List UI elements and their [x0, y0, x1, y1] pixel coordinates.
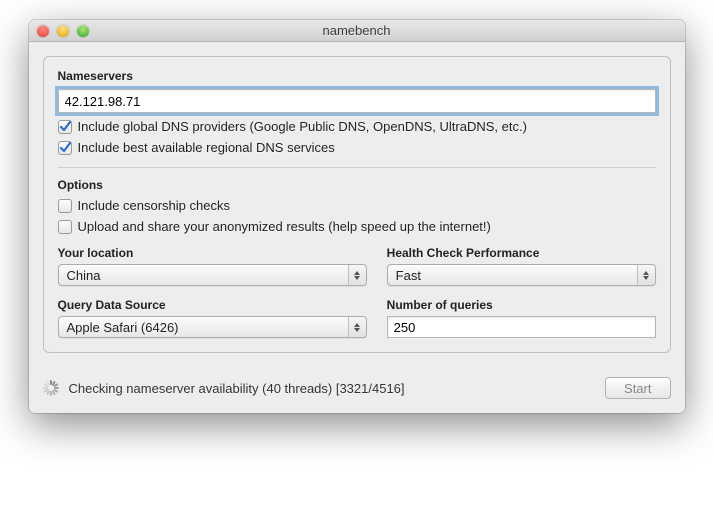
- footer: Checking nameserver availability (40 thr…: [29, 367, 685, 413]
- minimize-icon[interactable]: [57, 25, 69, 37]
- include-regional-checkbox[interactable]: [58, 141, 72, 155]
- location-label: Your location: [58, 246, 367, 260]
- health-label: Health Check Performance: [387, 246, 656, 260]
- start-button[interactable]: Start: [605, 377, 670, 399]
- chevron-updown-icon: [637, 265, 655, 285]
- window-title: namebench: [29, 23, 685, 38]
- options-label: Options: [58, 178, 656, 192]
- health-value: Fast: [396, 268, 421, 283]
- chevron-updown-icon: [348, 265, 366, 285]
- include-regional-label: Include best available regional DNS serv…: [78, 140, 335, 155]
- main-panel: Nameservers Include global DNS providers…: [43, 56, 671, 353]
- source-select[interactable]: Apple Safari (6426): [58, 316, 367, 338]
- titlebar: namebench: [29, 20, 685, 42]
- zoom-icon[interactable]: [77, 25, 89, 37]
- queries-label: Number of queries: [387, 298, 656, 312]
- include-global-checkbox[interactable]: [58, 120, 72, 134]
- censorship-row[interactable]: Include censorship checks: [58, 198, 656, 213]
- nameservers-label: Nameservers: [58, 69, 656, 83]
- location-select[interactable]: China: [58, 264, 367, 286]
- upload-checkbox[interactable]: [58, 220, 72, 234]
- queries-input[interactable]: [387, 316, 656, 338]
- upload-label: Upload and share your anonymized results…: [78, 219, 491, 234]
- chevron-updown-icon: [348, 317, 366, 337]
- traffic-lights: [29, 25, 89, 37]
- include-regional-row[interactable]: Include best available regional DNS serv…: [58, 140, 656, 155]
- source-value: Apple Safari (6426): [67, 320, 179, 335]
- censorship-checkbox[interactable]: [58, 199, 72, 213]
- nameservers-input[interactable]: [58, 89, 656, 113]
- divider: [58, 167, 656, 168]
- status-text: Checking nameserver availability (40 thr…: [69, 381, 596, 396]
- app-window: namebench Nameservers Include global DNS…: [29, 20, 685, 413]
- include-global-label: Include global DNS providers (Google Pub…: [78, 119, 527, 134]
- upload-row[interactable]: Upload and share your anonymized results…: [58, 219, 656, 234]
- content-area: Nameservers Include global DNS providers…: [29, 42, 685, 367]
- censorship-label: Include censorship checks: [78, 198, 230, 213]
- source-label: Query Data Source: [58, 298, 367, 312]
- location-value: China: [67, 268, 101, 283]
- close-icon[interactable]: [37, 25, 49, 37]
- spinner-icon: [43, 380, 59, 396]
- health-select[interactable]: Fast: [387, 264, 656, 286]
- include-global-row[interactable]: Include global DNS providers (Google Pub…: [58, 119, 656, 134]
